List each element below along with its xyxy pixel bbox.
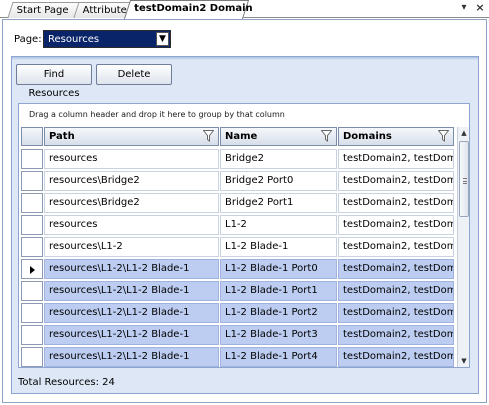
resources-grid: Drag a column header and drop it here to… bbox=[18, 103, 470, 368]
table-row[interactable]: resources\L1-2\L1-2 Blade-1 L1-2 Blade-1… bbox=[21, 303, 454, 324]
page-label: Page: bbox=[14, 34, 42, 45]
cell-domains[interactable]: testDomain2, testDomai bbox=[338, 259, 454, 279]
grip-icon bbox=[463, 178, 467, 184]
row-selector[interactable] bbox=[21, 281, 43, 301]
cell-domains[interactable]: testDomain2, testDomai bbox=[338, 215, 454, 235]
table-row[interactable]: resources\Bridge2 Bridge2 Port0 testDoma… bbox=[21, 171, 454, 192]
cell-path[interactable]: resources\L1-2\L1-2 Blade-1 bbox=[44, 347, 219, 367]
vertical-scrollbar[interactable]: ▲ ▼ bbox=[457, 127, 469, 367]
cell-path[interactable]: resources\Bridge2 bbox=[44, 193, 219, 213]
table-row[interactable]: resources\L1-2\L1-2 Blade-1 L1-2 Blade-1… bbox=[21, 259, 454, 280]
delete-button[interactable]: Delete bbox=[96, 64, 172, 85]
column-header-domains[interactable]: Domains bbox=[338, 127, 454, 146]
row-selector-header bbox=[21, 127, 43, 146]
scroll-down-icon[interactable]: ▼ bbox=[458, 355, 469, 367]
column-header-name-label: Name bbox=[225, 131, 258, 142]
row-selector[interactable] bbox=[21, 215, 43, 235]
row-selector[interactable] bbox=[21, 237, 43, 257]
row-selector[interactable] bbox=[21, 259, 43, 279]
scrollbar-thumb[interactable] bbox=[459, 141, 469, 217]
cell-domains[interactable]: testDomain2, testDomai bbox=[338, 193, 454, 213]
cell-domains[interactable]: testDomain2, testDomai bbox=[338, 325, 454, 345]
table-row[interactable]: resources\L1-2 L1-2 Blade-1 testDomain2,… bbox=[21, 237, 454, 258]
cell-path[interactable]: resources bbox=[44, 215, 219, 235]
cell-domains[interactable]: testDomain2, testDomai bbox=[338, 347, 454, 367]
table-row[interactable]: resources L1-2 testDomain2, testDomai bbox=[21, 215, 454, 236]
page-dropdown[interactable]: Resources ▼ bbox=[43, 30, 171, 48]
table-row[interactable]: resources\L1-2\L1-2 Blade-1 L1-2 Blade-1… bbox=[21, 325, 454, 346]
tab-testdomain2-domain-label: testDomain2 Domain bbox=[134, 3, 253, 14]
tab-start-page-label: Start Page bbox=[16, 5, 69, 16]
page-dropdown-value: Resources bbox=[48, 34, 100, 45]
group-by-hint[interactable]: Drag a column header and drop it here to… bbox=[29, 110, 285, 120]
cell-path[interactable]: resources\L1-2\L1-2 Blade-1 bbox=[44, 259, 219, 279]
cell-path[interactable]: resources\L1-2\L1-2 Blade-1 bbox=[44, 325, 219, 345]
table-row[interactable]: resources Bridge2 testDomain2, testDomai bbox=[21, 149, 454, 170]
dropdown-arrow-icon[interactable]: ▼ bbox=[156, 32, 169, 46]
cell-name[interactable]: Bridge2 Port1 bbox=[220, 193, 337, 213]
row-selector[interactable] bbox=[21, 193, 43, 213]
close-icon[interactable]: × bbox=[474, 2, 486, 14]
cell-path[interactable]: resources\L1-2 bbox=[44, 237, 219, 257]
cell-domains[interactable]: testDomain2, testDomai bbox=[338, 149, 454, 169]
table-row[interactable]: resources\L1-2\L1-2 Blade-1 L1-2 Blade-1… bbox=[21, 347, 454, 367]
cell-name[interactable]: L1-2 Blade-1 Port4 bbox=[220, 347, 337, 367]
current-row-pointer-icon bbox=[30, 266, 35, 274]
scroll-up-icon[interactable]: ▲ bbox=[458, 127, 469, 139]
cell-path[interactable]: resources\L1-2\L1-2 Blade-1 bbox=[44, 281, 219, 301]
tab-testdomain2-domain[interactable]: testDomain2 Domain bbox=[123, 0, 253, 19]
cell-path[interactable]: resources bbox=[44, 149, 219, 169]
row-selector[interactable] bbox=[21, 171, 43, 191]
window-menu-icon[interactable]: ▾ bbox=[458, 2, 470, 14]
cell-name[interactable]: Bridge2 bbox=[220, 149, 337, 169]
cell-domains[interactable]: testDomain2, testDomai bbox=[338, 303, 454, 323]
document-tab-strip: Start Page Attributes testDomain2 Domain… bbox=[0, 0, 489, 19]
column-header-path-label: Path bbox=[49, 131, 75, 142]
cell-domains[interactable]: testDomain2, testDomai bbox=[338, 237, 454, 257]
cell-domains[interactable]: testDomain2, testDomai bbox=[338, 171, 454, 191]
cell-path[interactable]: resources\Bridge2 bbox=[44, 171, 219, 191]
cell-name[interactable]: L1-2 Blade-1 bbox=[220, 237, 337, 257]
table-row[interactable]: resources\L1-2\L1-2 Blade-1 L1-2 Blade-1… bbox=[21, 281, 454, 302]
cell-name[interactable]: L1-2 Blade-1 Port3 bbox=[220, 325, 337, 345]
row-selector[interactable] bbox=[21, 303, 43, 323]
cell-name[interactable]: Bridge2 Port0 bbox=[220, 171, 337, 191]
filter-icon[interactable] bbox=[203, 130, 214, 142]
column-header-domains-label: Domains bbox=[343, 131, 392, 142]
filter-icon[interactable] bbox=[321, 130, 332, 142]
row-selector[interactable] bbox=[21, 149, 43, 169]
total-resources-status: Total Resources: 24 bbox=[18, 377, 115, 388]
find-resources-button[interactable]: Find Resources bbox=[16, 64, 92, 99]
cell-name[interactable]: L1-2 Blade-1 Port0 bbox=[220, 259, 337, 279]
filter-icon[interactable] bbox=[438, 130, 449, 142]
cell-path[interactable]: resources\L1-2\L1-2 Blade-1 bbox=[44, 303, 219, 323]
cell-domains[interactable]: testDomain2, testDomai bbox=[338, 281, 454, 301]
column-header-path[interactable]: Path bbox=[44, 127, 219, 146]
row-selector[interactable] bbox=[21, 325, 43, 345]
cell-name[interactable]: L1-2 Blade-1 Port1 bbox=[220, 281, 337, 301]
cell-name[interactable]: L1-2 Blade-1 Port2 bbox=[220, 303, 337, 323]
table-row[interactable]: resources\Bridge2 Bridge2 Port1 testDoma… bbox=[21, 193, 454, 214]
row-selector[interactable] bbox=[21, 347, 43, 367]
panel-header-band bbox=[12, 57, 478, 60]
column-header-name[interactable]: Name bbox=[220, 127, 337, 146]
cell-name[interactable]: L1-2 bbox=[220, 215, 337, 235]
